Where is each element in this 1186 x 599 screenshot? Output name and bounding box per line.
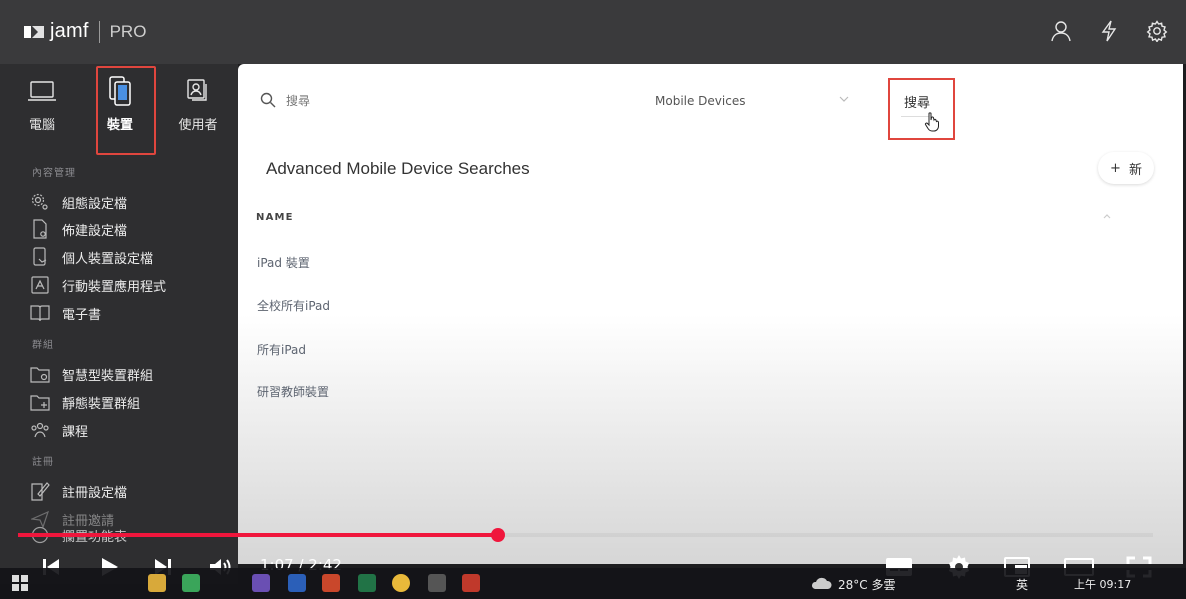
document-gear-icon: [30, 219, 50, 239]
sidebar-item-label: 組態設定檔: [62, 196, 128, 212]
app-store-icon: [30, 275, 50, 295]
sidebar-item-smart-device-groups[interactable]: 智慧型裝置群組: [30, 363, 153, 385]
sort-ascending-icon[interactable]: [1102, 212, 1112, 220]
devices-highlight-box: [96, 66, 156, 155]
video-progress-handle[interactable]: [491, 528, 505, 542]
app-icon[interactable]: [252, 574, 270, 592]
input-language[interactable]: 英: [1016, 576, 1028, 593]
app-icon[interactable]: [462, 574, 480, 592]
sidebar-item-label: 註冊設定檔: [62, 485, 128, 501]
user-icon[interactable]: [1048, 18, 1074, 44]
windows-start-icon[interactable]: [12, 575, 28, 591]
section-groups: 群組: [32, 340, 54, 351]
sidebar-item-mobile-apps[interactable]: 行動裝置應用程式: [30, 274, 166, 296]
page-title: Advanced Mobile Device Searches: [266, 159, 530, 178]
sidebar-item-enrollment-profiles[interactable]: 註冊設定檔: [30, 480, 127, 502]
chevron-down-icon[interactable]: [838, 94, 850, 104]
brand-name: jamf: [50, 20, 89, 42]
static-folder-icon: [30, 392, 50, 412]
sidebar-item-static-device-groups[interactable]: 靜態裝置群組: [30, 391, 140, 413]
search-icon: [260, 92, 276, 108]
people-group-icon: [30, 420, 50, 440]
jamf-logo-icon: [24, 25, 44, 38]
users-icon: [170, 74, 226, 108]
sidebar-item-label: 佈建設定檔: [62, 223, 128, 239]
sidebar-item-label: 課程: [62, 424, 89, 440]
lightning-icon[interactable]: [1096, 18, 1122, 44]
sidebar: 電腦 裝置 使用者 內容管理 組態設定檔 佈建設定檔 個人裝置設定檔 行動裝置應…: [0, 64, 238, 584]
cloud-icon: [811, 577, 832, 589]
video-progress-fill: [18, 533, 498, 537]
windows-taskbar: 28°C 多雲 英 上午 09:17: [0, 568, 1186, 599]
sidebar-item-label: 智慧型裝置群組: [62, 368, 154, 384]
excel-icon[interactable]: [358, 574, 376, 592]
sidebar-item-ebooks[interactable]: 電子書: [30, 302, 101, 324]
category-tabs: 電腦 裝置 使用者: [0, 64, 238, 155]
word-icon[interactable]: [288, 574, 306, 592]
top-bar: jamf PRO: [0, 0, 1186, 64]
table-row[interactable]: iPad 裝置: [257, 254, 310, 271]
tab-users-label: 使用者: [178, 118, 218, 133]
gear-icon[interactable]: [1144, 18, 1170, 44]
table-row[interactable]: 研習教師裝置: [257, 383, 329, 400]
pencil-document-icon: [30, 481, 50, 501]
main-panel: Mobile Devices 搜尋 Advanced Mobile Device…: [238, 64, 1183, 564]
sidebar-item-label: 電子書: [62, 307, 102, 323]
smart-folder-icon: [30, 364, 50, 384]
product-name: PRO: [109, 21, 147, 41]
sidebar-item-label: 靜態裝置群組: [62, 396, 141, 412]
tab-computers[interactable]: 電腦: [14, 74, 70, 144]
chat-app-icon[interactable]: [182, 574, 200, 592]
plus-icon: +: [1110, 160, 1121, 176]
file-explorer-icon[interactable]: [148, 574, 166, 592]
logo-divider: [98, 20, 100, 43]
sidebar-item-provisioning-profiles[interactable]: 佈建設定檔: [30, 218, 127, 240]
powerpoint-icon[interactable]: [322, 574, 340, 592]
sidebar-item-classes[interactable]: 課程: [30, 419, 88, 441]
search-button[interactable]: 搜尋: [904, 92, 930, 111]
sidebar-item-label: 個人裝置設定檔: [62, 251, 154, 267]
column-header-name[interactable]: NAME: [256, 212, 294, 223]
tab-computers-label: 電腦: [28, 118, 55, 133]
add-new-button[interactable]: + 新: [1098, 152, 1154, 184]
jamf-logo[interactable]: jamf PRO: [24, 20, 146, 43]
gear-cog-icon: [30, 192, 50, 212]
search-input[interactable]: [284, 90, 584, 112]
system-clock[interactable]: 上午 09:17: [1074, 576, 1131, 592]
add-new-label: 新: [1128, 162, 1142, 178]
search-scope-dropdown[interactable]: Mobile Devices: [655, 94, 745, 108]
app-icon[interactable]: [428, 574, 446, 592]
hand-cursor-icon: [924, 112, 939, 132]
table-row[interactable]: 全校所有iPad: [257, 297, 330, 314]
section-enrollment: 註冊: [32, 457, 54, 468]
section-content-management: 內容管理: [32, 168, 76, 179]
chrome-icon[interactable]: [392, 574, 410, 592]
search-row: Mobile Devices 搜尋: [238, 64, 1183, 140]
tab-users[interactable]: 使用者: [170, 74, 226, 144]
sidebar-item-personal-device-profiles[interactable]: 個人裝置設定檔: [30, 246, 153, 268]
weather-text[interactable]: 28°C 多雲: [838, 576, 895, 593]
book-icon: [30, 303, 50, 323]
sidebar-item-configuration-profiles[interactable]: 組態設定檔: [30, 191, 127, 213]
sidebar-item-label: 行動裝置應用程式: [62, 279, 167, 295]
device-hand-icon: [30, 247, 50, 267]
table-row[interactable]: 所有iPad: [257, 341, 306, 358]
laptop-icon: [14, 74, 70, 108]
